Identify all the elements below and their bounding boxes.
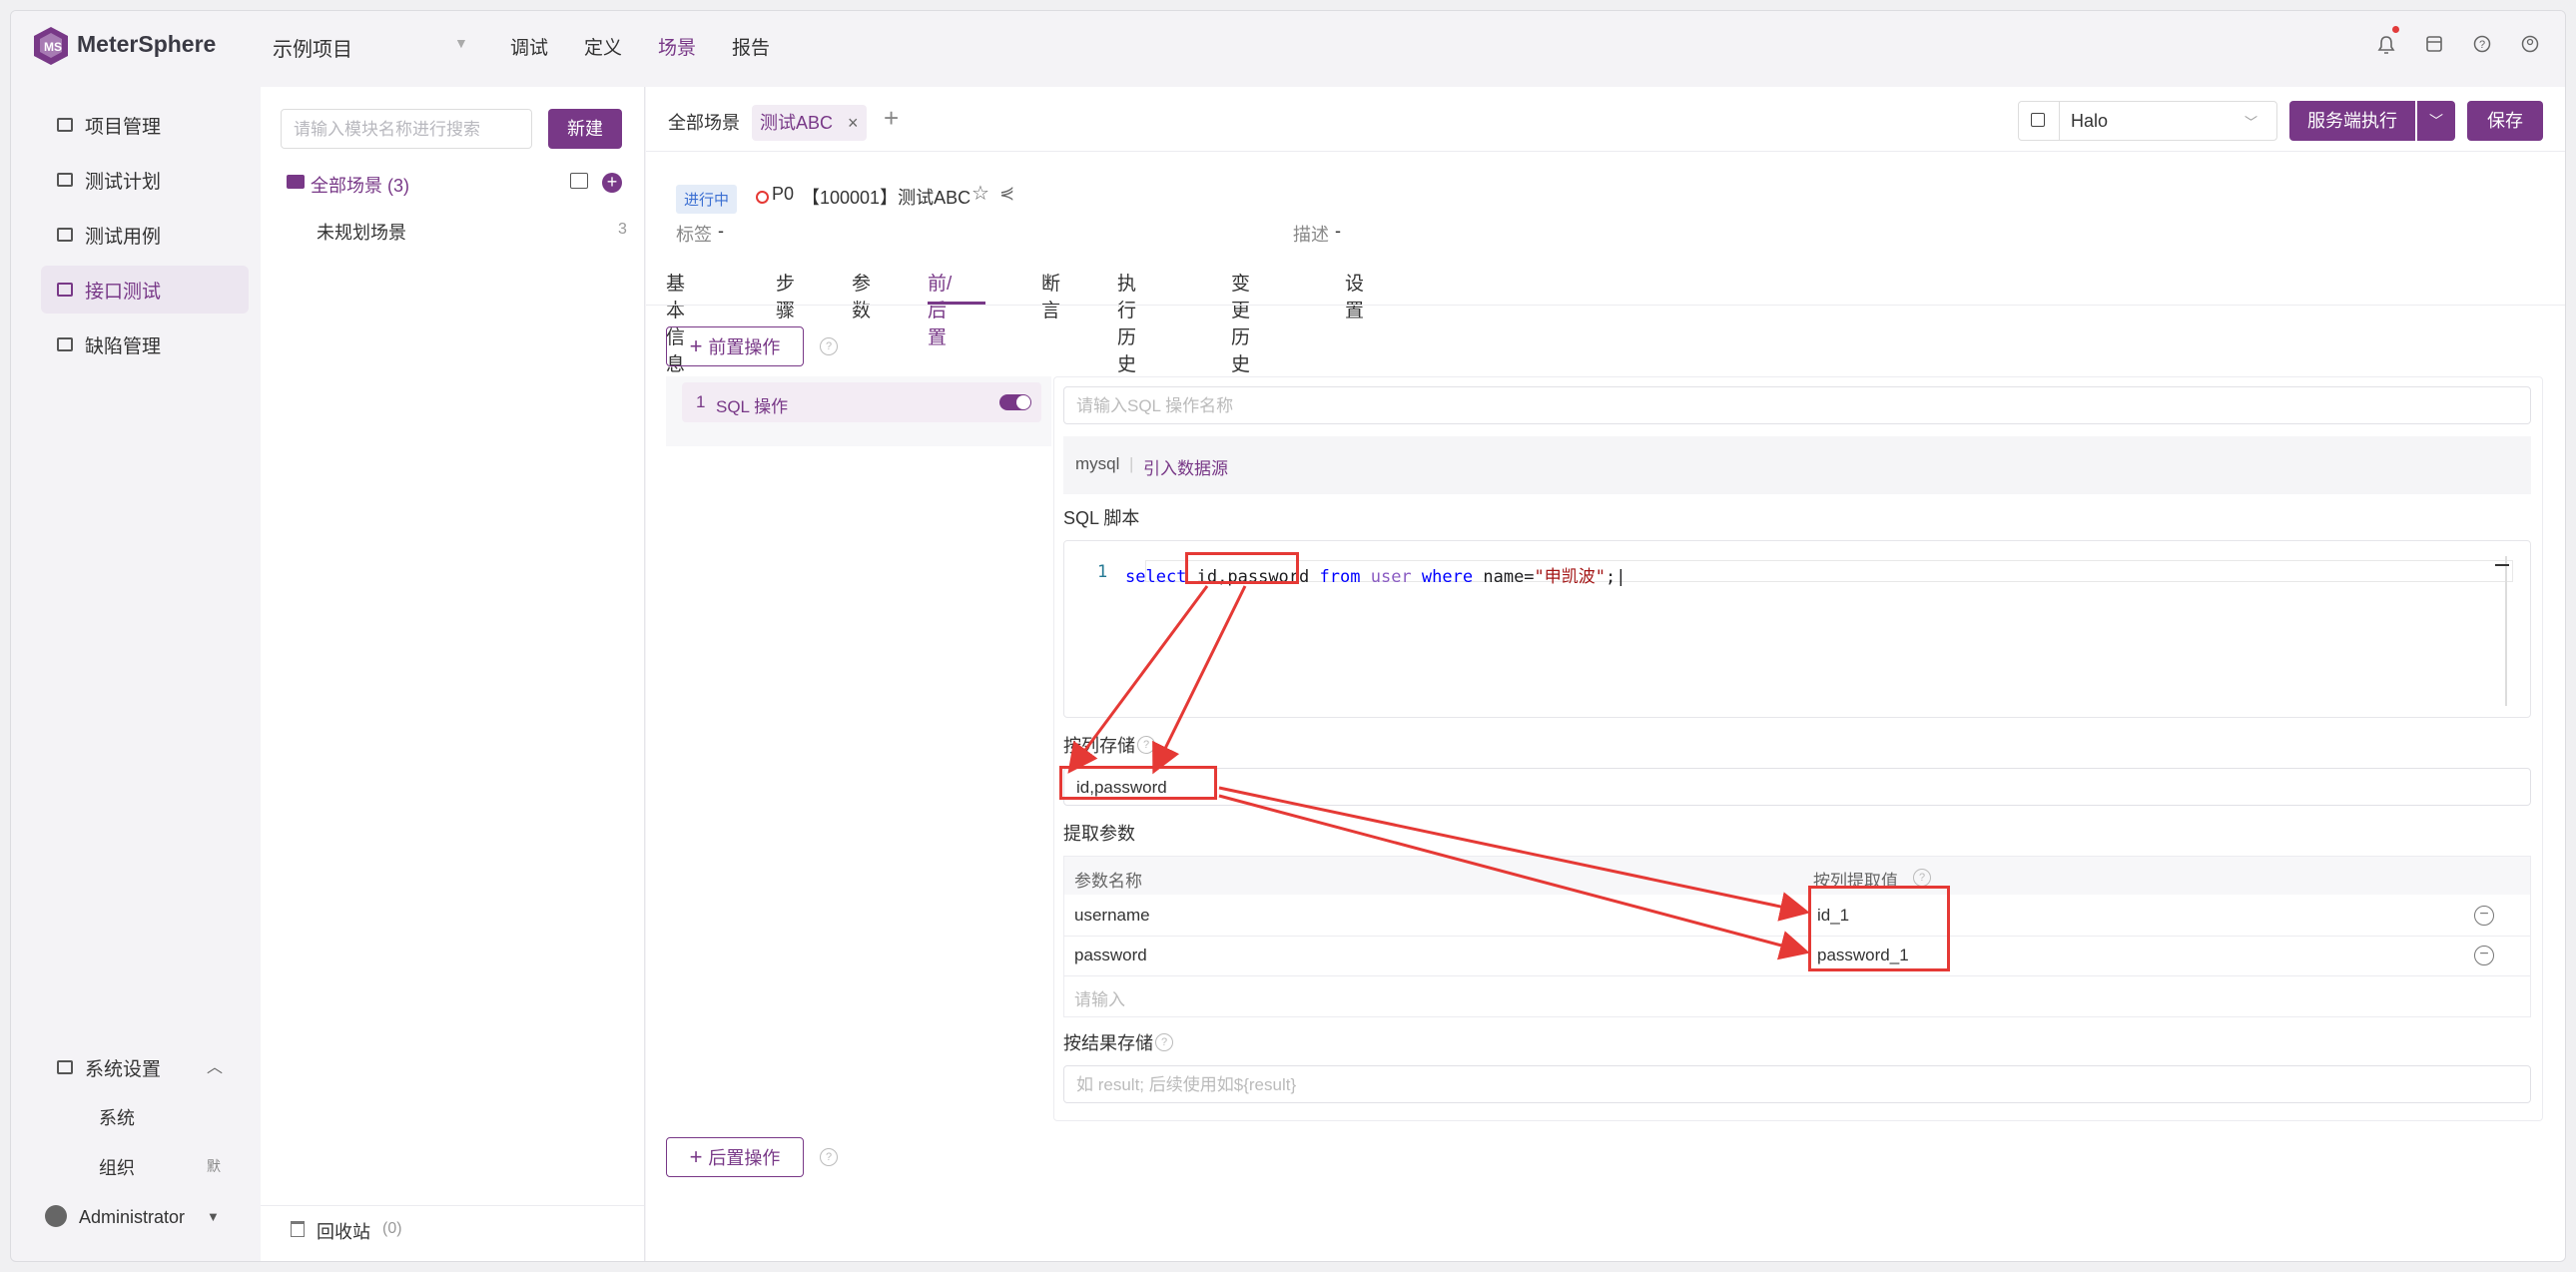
module-search-input[interactable]: 请输入模块名称进行搜索 (281, 109, 532, 149)
task-center-icon[interactable] (2425, 35, 2443, 58)
sidebar-item-label: 系统设置 (85, 1058, 162, 1080)
arrow-3 (1218, 786, 1810, 922)
nav-definition[interactable]: 定义 (584, 33, 622, 60)
calendar-icon (57, 173, 73, 187)
sidebar-item-label: 项目管理 (85, 116, 162, 138)
bell-icon[interactable] (2377, 35, 2395, 60)
app-name: MeterSphere (77, 31, 217, 57)
recycle-count: (0) (382, 1220, 402, 1237)
sidebar-item-label: 缺陷管理 (85, 335, 162, 357)
default-badge: 默 (207, 1158, 221, 1174)
sidebar-sub-system[interactable]: 系统 (99, 1104, 135, 1130)
folder-grid-icon (57, 118, 73, 132)
unplanned-node[interactable]: 未规划场景 (317, 219, 406, 245)
nav-report[interactable]: 报告 (732, 33, 770, 60)
module-tree-panel: 请输入模块名称进行搜索 新建 全部场景 (3) + 未规划场景 3 回收站 (0… (261, 87, 645, 1261)
arrow-2 (1152, 585, 1247, 775)
add-folder-icon[interactable] (570, 173, 588, 189)
bug-icon (57, 337, 73, 351)
svg-text:MS: MS (44, 40, 62, 54)
new-button[interactable]: 新建 (548, 109, 622, 149)
arrow-4 (1218, 794, 1810, 960)
divider (261, 1205, 644, 1206)
user-name[interactable]: Administrator (79, 1207, 185, 1228)
sidebar-item-bug[interactable]: 缺陷管理 (41, 320, 249, 368)
avatar[interactable] (45, 1205, 67, 1227)
arrow-1 (1067, 585, 1209, 774)
app-window: MS MeterSphere 示例项目 ▼ 调试 定义 场景 报告 ? 项目管理… (10, 10, 2566, 1262)
unplanned-count: 3 (618, 221, 627, 238)
trash-icon (291, 1221, 305, 1237)
sidebar-item-test-case[interactable]: 测试用例 (41, 211, 249, 259)
sidebar-item-api-test[interactable]: 接口测试 (41, 266, 249, 314)
nav-scenario[interactable]: 场景 (658, 33, 696, 60)
notification-dot (2392, 26, 2399, 33)
chevron-up-icon[interactable]: ︿ (207, 1053, 223, 1077)
folder-icon (287, 175, 305, 189)
recycle-bin[interactable]: 回收站 (317, 1218, 370, 1244)
metersphere-logo-icon: MS (34, 27, 68, 65)
add-circle-icon[interactable]: + (602, 173, 622, 193)
svg-text:?: ? (2479, 39, 2485, 51)
sidebar-item-label: 测试计划 (85, 171, 162, 193)
sidebar-item-project[interactable]: 项目管理 (41, 101, 249, 149)
annotation-arrows (1067, 585, 1810, 960)
caret-down-icon[interactable]: ▼ (207, 1209, 220, 1224)
sidebar-item-label: 接口测试 (85, 281, 162, 303)
user-menu-icon[interactable] (2521, 35, 2539, 58)
top-bar: MS MeterSphere 示例项目 ▼ 调试 定义 场景 报告 ? (11, 11, 2565, 87)
nav-debug[interactable]: 调试 (510, 33, 548, 60)
api-icon (57, 283, 73, 297)
sidebar-item-test-plan[interactable]: 测试计划 (41, 156, 249, 204)
monitor-gear-icon (57, 1060, 73, 1074)
layers-icon (57, 228, 73, 242)
sidebar-item-label: 测试用例 (85, 226, 162, 248)
all-scenarios-node[interactable]: 全部场景 (3) (311, 172, 409, 198)
sidebar-sub-org[interactable]: 组织 (99, 1154, 135, 1180)
help-icon[interactable]: ? (2473, 35, 2491, 58)
project-selector[interactable]: 示例项目 (273, 33, 352, 62)
chevron-down-icon[interactable]: ▼ (454, 35, 468, 51)
main-panel: 全部场景 测试ABC × + Halo ﹀ 服务端执行 ﹀ 保存 进行中 P0 … (646, 87, 2565, 1261)
